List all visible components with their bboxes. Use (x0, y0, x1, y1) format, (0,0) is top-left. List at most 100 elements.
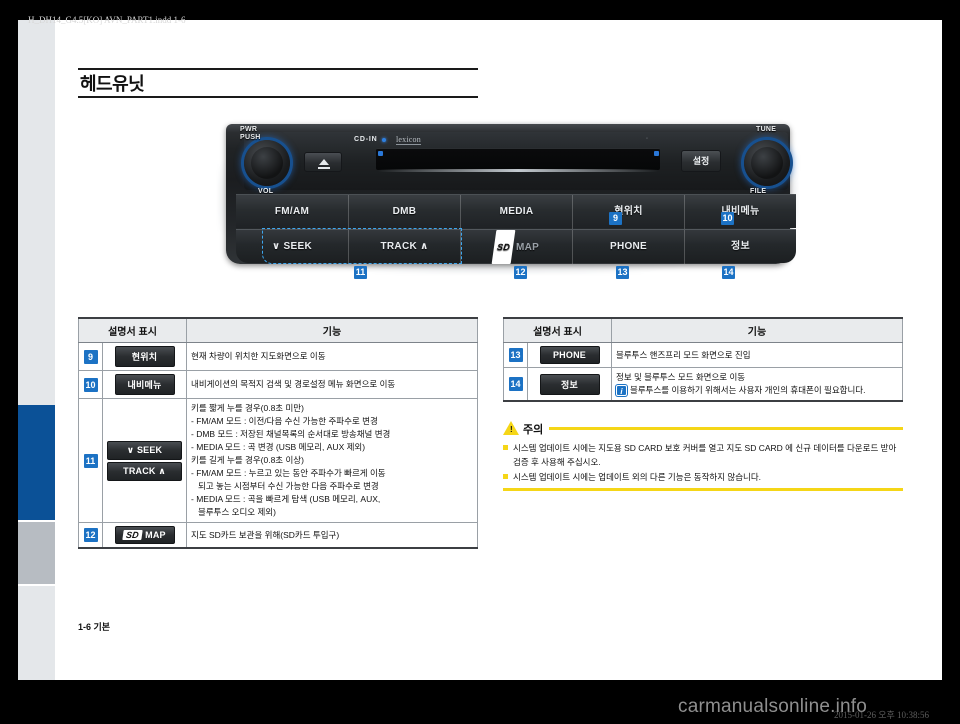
page-footer: 1-6 기본 (78, 622, 111, 632)
tune-knob[interactable] (744, 140, 790, 186)
callout-13: 13 (616, 266, 629, 279)
key-button-track: TRACK ∧ (107, 461, 182, 481)
caution-heading: 주의 (523, 424, 544, 436)
row-function-cell: 내비게이션의 목적지 검색 및 경로설정 메뉴 화면으로 이동 (186, 370, 478, 399)
chapter-tab-active[interactable] (18, 405, 55, 520)
pwr-label: PWR (240, 126, 258, 133)
tune-label: TUNE (756, 126, 777, 133)
callout-12: 12 (514, 266, 527, 279)
row-key-cell: SD MAP (102, 522, 187, 549)
function-line: 내비게이션의 목적지 검색 및 경로설정 메뉴 화면으로 이동 (191, 379, 396, 389)
row-function-cell: 지도 SD카드 보관을 위해(SD카드 투입구) (186, 522, 478, 549)
sd-map-label: MAP (145, 530, 166, 540)
row-key-cell: 정보 (527, 367, 612, 402)
bullet-icon (503, 445, 508, 450)
warning-exclamation-icon: ! (510, 425, 513, 434)
unit-button-row-top: FM/AM DMB MEDIA 현위치 내비메뉴 (236, 194, 796, 229)
pwr-push-label: PWR PUSH (240, 126, 261, 142)
chapter-tab-1[interactable] (18, 20, 55, 405)
caution-header: ! 주의 (503, 420, 903, 438)
row-number-cell: 11 (78, 398, 103, 523)
function-line: 정보 및 블루투스 모드 화면으로 이동 (616, 372, 746, 382)
th-function: 기능 (186, 317, 478, 343)
row-number-12: 12 (83, 528, 98, 542)
row-key-cell: 내비메뉴 (102, 370, 187, 399)
table-row: 13 PHONE 블루투스 핸즈프리 모드 화면으로 진입 (503, 342, 903, 368)
key-button-sd-map: SD MAP (114, 526, 175, 544)
reset-pinhole-icon: ◦ (646, 136, 649, 142)
row-number-cell: 9 (78, 342, 103, 371)
row-function-cell: 현재 차량이 위치한 지도화면으로 이동 (186, 342, 478, 371)
cd-slot-led-right-icon (654, 151, 659, 156)
callout-14: 14 (722, 266, 735, 279)
button-navi-menu[interactable]: 내비메뉴 (684, 195, 796, 229)
function-note: i 블루투스를 이용하기 위해서는 사용자 개인의 휴대폰이 필요합니다. (616, 384, 898, 397)
button-fm-am[interactable]: FM/AM (236, 195, 348, 229)
callout-11: 11 (354, 266, 367, 279)
button-media[interactable]: MEDIA (460, 195, 572, 229)
tune-knob-cap (751, 147, 783, 179)
button-seek[interactable]: ∨ SEEK (236, 230, 348, 264)
bullet-icon (503, 474, 508, 479)
row-number-11: 11 (83, 453, 98, 468)
function-line: - DMB 모드 : 저장된 채널목록의 순서대로 방송채널 변경 (191, 429, 391, 439)
function-line: 되고 놓는 시점부터 수신 가능한 다음 주파수로 변경 (198, 481, 379, 491)
table-header-row: 설명서 표시 기능 (503, 317, 903, 343)
chapter-tab-4[interactable] (18, 586, 55, 680)
button-track[interactable]: TRACK ∧ (348, 230, 460, 264)
th-manual-mark: 설명서 표시 (78, 317, 187, 343)
button-dmb[interactable]: DMB (348, 195, 460, 229)
eject-button[interactable] (304, 152, 342, 172)
key-button-navi-menu: 내비메뉴 (114, 374, 175, 395)
head-unit-figure: PWR PUSH VOL TUNE FILE CD-IN lexicon ◦ 설… (78, 112, 923, 292)
callout-9: 9 (609, 212, 622, 225)
th-function: 기능 (611, 317, 903, 343)
table-row: 10 내비메뉴 내비게이션의 목적지 검색 및 경로설정 메뉴 화면으로 이동 (78, 370, 478, 399)
caution-rule (549, 427, 903, 430)
row-key-cell: PHONE (527, 342, 612, 368)
sd-card-icon: SD (122, 530, 143, 540)
lexicon-logo: lexicon (396, 135, 421, 145)
function-line: 키를 길게 누를 경우(0.8초 이상) (191, 455, 304, 465)
print-file-name: H_DH14_G4.5[KO] AVN_PART1.indd 1-6 (28, 15, 186, 25)
function-line: 블루투스 오디오 제외) (198, 507, 276, 517)
function-line: 현재 차량이 위치한 지도화면으로 이동 (191, 351, 326, 361)
cd-slot-highlight (378, 169, 658, 172)
cd-slot[interactable] (376, 148, 660, 170)
volume-knob-cap (251, 147, 283, 179)
page-title-block: 헤드유닛 (78, 68, 478, 98)
cd-in-label: CD-IN (354, 136, 378, 143)
row-number-9: 9 (83, 349, 98, 364)
table-row: 9 현위치 현재 차량이 위치한 지도화면으로 이동 (78, 342, 478, 371)
head-unit-illustration: PWR PUSH VOL TUNE FILE CD-IN lexicon ◦ 설… (218, 122, 798, 282)
button-phone[interactable]: PHONE (572, 230, 684, 264)
caution-item-text: 시스템 업데이트 시에는 지도용 SD CARD 보호 커버를 열고 지도 SD… (513, 443, 897, 467)
button-current-position[interactable]: 현위치 (572, 195, 684, 229)
table-row: 14 정보 정보 및 블루투스 모드 화면으로 이동 i 블루투스를 이용하기 위… (503, 367, 903, 402)
cd-slot-led-left-icon (378, 151, 383, 156)
key-button-current-position: 현위치 (114, 346, 175, 367)
function-line: 블루투스 핸즈프리 모드 화면으로 진입 (616, 349, 751, 360)
function-note-text: 블루투스를 이용하기 위해서는 사용자 개인의 휴대폰이 필요합니다. (630, 385, 866, 395)
unit-button-row-bottom: ∨ SEEK TRACK ∧ SD MAP PHONE 정보 (236, 229, 796, 264)
sd-map-label: MAP (515, 242, 540, 253)
button-sd-map[interactable]: SD MAP (460, 230, 572, 264)
volume-knob[interactable] (244, 140, 290, 186)
function-line: - FM/AM 모드 : 누르고 있는 동안 주파수가 빠르게 이동 (191, 468, 386, 478)
th-manual-mark: 설명서 표시 (503, 317, 612, 343)
page-title: 헤드유닛 (80, 74, 145, 94)
setting-button[interactable]: 설정 (681, 150, 721, 172)
table-row: 12 SD MAP 지도 SD카드 보관을 위해(SD카드 투입구) (78, 522, 478, 549)
caution-footer-rule (503, 488, 903, 491)
row-key-cell: ∨ SEEK TRACK ∧ (102, 398, 187, 523)
table-row: 11 ∨ SEEK TRACK ∧ 키를 짧게 누를 경우(0.8초 미만) -… (78, 398, 478, 523)
button-info[interactable]: 정보 (684, 230, 796, 264)
row-function-cell: 키를 짧게 누를 경우(0.8초 미만) - FM/AM 모드 : 이전/다음 … (186, 398, 478, 523)
row-number-14: 14 (508, 377, 523, 391)
chapter-tab-3[interactable] (18, 522, 55, 584)
sd-card-icon: SD (491, 230, 516, 264)
row-key-cell: 현위치 (102, 342, 187, 371)
push-label: PUSH (240, 134, 261, 141)
table-header-row: 설명서 표시 기능 (78, 317, 478, 343)
key-button-seek: ∨ SEEK (107, 440, 182, 460)
